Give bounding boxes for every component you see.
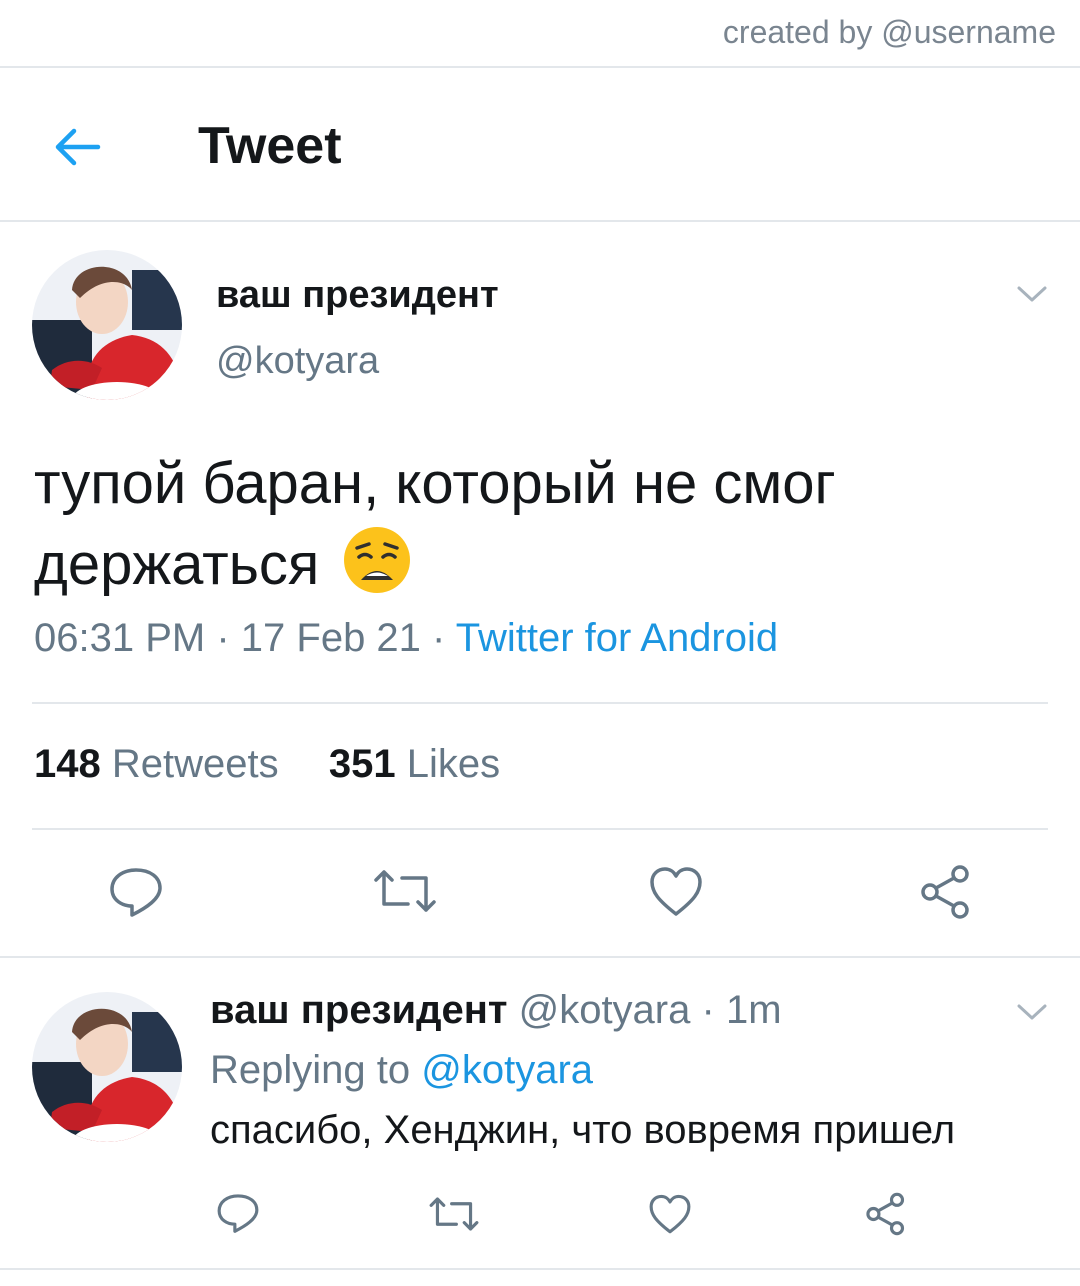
reply-text: спасибо, Хенджин, что вовремя пришел — [210, 1108, 956, 1152]
top-divider — [0, 66, 1080, 68]
bottom-divider — [0, 1268, 1080, 1270]
retweet-icon — [374, 870, 436, 912]
replying-to: Replying to @kotyara — [210, 1048, 593, 1093]
reply-icon — [110, 868, 162, 917]
heart-icon — [649, 1194, 691, 1234]
retweet-icon — [429, 1197, 479, 1231]
tweet-source-link[interactable]: Twitter for Android — [456, 616, 778, 660]
meta-separator: · — [432, 616, 456, 660]
likes-label[interactable]: Likes — [407, 742, 500, 786]
author-name[interactable]: ваш президент — [216, 274, 499, 317]
tweet-divider — [0, 956, 1080, 958]
chevron-down-icon — [1017, 286, 1047, 302]
tweet-date: 17 Feb 21 — [240, 616, 421, 660]
reply-icon — [217, 1194, 259, 1233]
replying-to-prefix: Replying to — [210, 1048, 411, 1092]
likes-count[interactable]: 351 — [329, 742, 396, 786]
heart-icon — [650, 867, 702, 916]
tweet-meta: 06:31 PM · 17 Feb 21 · Twitter for Andro… — [34, 616, 778, 661]
tweet-text-content: тупой баран, который не смог держаться — [34, 451, 836, 597]
retweet-button[interactable] — [372, 866, 438, 921]
arrow-left-icon — [55, 128, 101, 166]
replying-to-mention[interactable]: @kotyara — [421, 1048, 593, 1092]
reply-button[interactable] — [108, 866, 164, 925]
reply-author-name[interactable]: ваш президент — [210, 988, 507, 1032]
share-icon — [866, 1192, 905, 1236]
reply-avatar[interactable] — [32, 992, 182, 1142]
meta-separator: · — [216, 616, 241, 660]
back-button[interactable] — [48, 122, 108, 172]
reply-like-button[interactable] — [648, 1194, 692, 1240]
author-handle[interactable]: @kotyara — [216, 340, 379, 383]
meta-separator: · — [701, 988, 715, 1032]
reply-time: 1m — [725, 988, 782, 1032]
reply-header: ваш президент @kotyara · 1m — [210, 988, 782, 1033]
watermark-text: created by @username — [722, 14, 1056, 50]
reply-share-button[interactable] — [864, 1192, 908, 1241]
reply-reply-button[interactable] — [216, 1192, 260, 1241]
reply-menu-button[interactable] — [1014, 1000, 1050, 1024]
retweets-label[interactable]: Retweets — [112, 742, 279, 786]
reply-author-handle[interactable]: @kotyara — [519, 988, 691, 1032]
header-divider — [0, 220, 1080, 222]
tweet-time: 06:31 PM — [34, 616, 206, 660]
avatar[interactable] — [32, 250, 182, 400]
tweet-stats: 148 Retweets 351 Likes — [34, 742, 500, 787]
like-button[interactable] — [648, 866, 704, 923]
reply-retweet-button[interactable] — [428, 1194, 480, 1239]
tweet-menu-button[interactable] — [1014, 282, 1050, 306]
tweet-text: тупой баран, который не смог держаться — [34, 444, 1044, 605]
retweets-count[interactable]: 148 — [34, 742, 101, 786]
divider — [32, 828, 1048, 830]
page-title: Tweet — [198, 117, 342, 175]
weary-face-icon — [341, 524, 413, 596]
chevron-down-icon — [1017, 1004, 1047, 1020]
share-button[interactable] — [918, 864, 974, 925]
divider — [32, 702, 1048, 704]
share-icon — [921, 865, 969, 919]
